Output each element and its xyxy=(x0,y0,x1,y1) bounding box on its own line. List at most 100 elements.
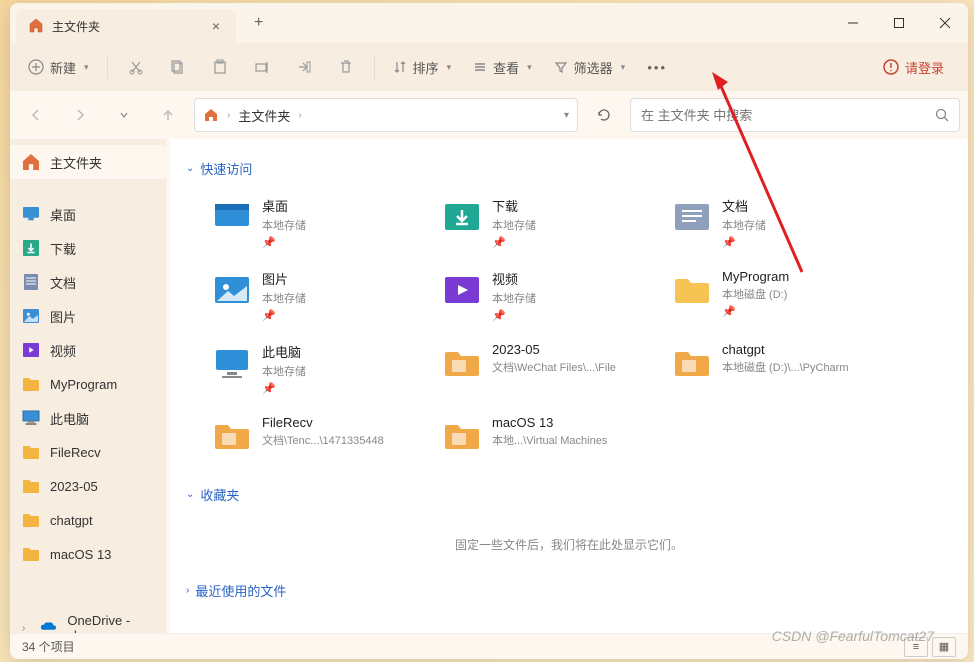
new-tab-button[interactable]: + xyxy=(246,10,271,36)
sidebar-item-2[interactable]: 下载 xyxy=(10,231,166,265)
item-location: 本地存储 xyxy=(492,290,660,306)
quick-item-7[interactable]: 2023-05 文档\WeChat Files\...\File xyxy=(436,336,666,401)
section-quick-access[interactable]: ⌄ 快速访问 xyxy=(186,159,952,178)
details-view-button[interactable]: ≡ xyxy=(904,637,928,657)
statusbar: 34 个项目 ≡ ▦ xyxy=(10,633,968,659)
sidebar-item-9[interactable]: 2023-05 xyxy=(10,469,166,503)
new-button[interactable]: 新建 ▾ xyxy=(18,49,99,85)
document-gray-icon xyxy=(672,196,712,236)
pin-icon: 📌 xyxy=(262,236,430,249)
quick-item-6[interactable]: 此电脑 本地存储 📌 xyxy=(206,336,436,401)
download-icon xyxy=(22,239,40,257)
sidebar-item-6[interactable]: MyProgram xyxy=(10,367,166,401)
quick-item-1[interactable]: 下载 本地存储 📌 xyxy=(436,190,666,255)
desktop-blue-icon xyxy=(212,196,252,236)
item-location: 本地存储 xyxy=(262,217,430,233)
quick-item-3[interactable]: 图片 本地存储 📌 xyxy=(206,263,436,328)
section-favorites[interactable]: ⌄ 收藏夹 xyxy=(186,485,952,504)
item-name: 图片 xyxy=(262,269,430,288)
folder-orange-icon xyxy=(672,342,712,382)
cut-button[interactable] xyxy=(116,49,156,85)
chevron-down-icon: ▾ xyxy=(447,62,452,73)
toolbar: 新建 ▾ 排序 ▾ 查看 ▾ 筛选器 ▾ ••• 请登录 xyxy=(10,43,968,91)
copy-button[interactable] xyxy=(158,49,198,85)
quick-item-5[interactable]: MyProgram 本地磁盘 (D:) 📌 xyxy=(666,263,896,328)
maximize-button[interactable] xyxy=(876,3,922,43)
sidebar-item-10[interactable]: chatgpt xyxy=(10,503,166,537)
quick-item-2[interactable]: 文档 本地存储 📌 xyxy=(666,190,896,255)
trash-icon xyxy=(338,59,354,75)
pin-icon: 📌 xyxy=(722,305,890,318)
tab-main[interactable]: 主文件夹 × xyxy=(16,9,236,43)
search-input[interactable] xyxy=(641,108,935,123)
paste-icon xyxy=(212,59,228,75)
breadcrumb-root[interactable]: 主文件夹 xyxy=(238,106,290,125)
search-box[interactable] xyxy=(630,98,960,132)
sidebar-item-label: chatgpt xyxy=(50,513,93,528)
quick-access-grid: 桌面 本地存储 📌 下载 本地存储 📌 文档 本地存储 📌 图片 本地存储 📌 … xyxy=(206,190,952,461)
sidebar-item-7[interactable]: 此电脑 xyxy=(10,401,166,435)
sidebar-item-5[interactable]: 视频 xyxy=(10,333,166,367)
search-icon xyxy=(935,108,949,122)
paste-button[interactable] xyxy=(200,49,240,85)
chevron-down-icon: ⌄ xyxy=(186,163,194,174)
pictures-blue-icon xyxy=(212,269,252,309)
quick-item-0[interactable]: 桌面 本地存储 📌 xyxy=(206,190,436,255)
sidebar-item-4[interactable]: 图片 xyxy=(10,299,166,333)
address-dropdown[interactable]: ▾ xyxy=(564,110,569,121)
sidebar-item-label: 图片 xyxy=(50,307,76,326)
chevron-down-icon: ▾ xyxy=(621,62,626,73)
quick-item-9[interactable]: FileRecv 文档\Tenc...\1471335448 xyxy=(206,409,436,461)
minimize-button[interactable] xyxy=(830,3,876,43)
pin-icon: 📌 xyxy=(262,382,430,395)
section-recent[interactable]: › 最近使用的文件 xyxy=(186,581,952,600)
item-location: 本地存储 xyxy=(492,217,660,233)
delete-button[interactable] xyxy=(326,49,366,85)
thumbnails-view-button[interactable]: ▦ xyxy=(932,637,956,657)
rename-button[interactable] xyxy=(242,49,282,85)
forward-button[interactable] xyxy=(62,97,98,133)
home-icon xyxy=(203,107,219,123)
item-location: 文档\WeChat Files\...\File xyxy=(492,359,660,375)
tab-title: 主文件夹 xyxy=(52,18,200,35)
item-name: FileRecv xyxy=(262,415,430,430)
refresh-button[interactable] xyxy=(586,98,622,132)
sidebar-item-1[interactable]: 桌面 xyxy=(10,197,166,231)
folder-orange-icon xyxy=(442,415,482,455)
sidebar-item-3[interactable]: 文档 xyxy=(10,265,166,299)
sort-button[interactable]: 排序 ▾ xyxy=(383,49,462,85)
more-button[interactable]: ••• xyxy=(637,49,677,85)
view-button[interactable]: 查看 ▾ xyxy=(463,49,542,85)
share-button[interactable] xyxy=(284,49,324,85)
download-teal-icon xyxy=(442,196,482,236)
quick-item-8[interactable]: chatgpt 本地磁盘 (D:)\...\PyCharm xyxy=(666,336,896,401)
videos-purple-icon xyxy=(442,269,482,309)
sidebar-item-label: MyProgram xyxy=(50,377,117,392)
up-button[interactable] xyxy=(150,97,186,133)
item-name: 文档 xyxy=(722,196,890,215)
titlebar: 主文件夹 × + xyxy=(10,3,968,43)
filter-label: 筛选器 xyxy=(574,58,613,77)
filter-icon xyxy=(554,60,568,74)
videos-icon xyxy=(22,341,40,359)
sidebar-item-8[interactable]: FileRecv xyxy=(10,435,166,469)
content-area: ⌄ 快速访问 桌面 本地存储 📌 下载 本地存储 📌 文档 本地存储 📌 图片 … xyxy=(170,139,968,633)
history-dropdown[interactable] xyxy=(106,97,142,133)
login-button[interactable]: 请登录 xyxy=(867,58,960,77)
item-name: 此电脑 xyxy=(262,342,430,361)
item-location: 本地存储 xyxy=(722,217,890,233)
quick-item-10[interactable]: macOS 13 本地...\Virtual Machines xyxy=(436,409,666,461)
close-tab-icon[interactable]: × xyxy=(208,18,224,34)
quick-item-4[interactable]: 视频 本地存储 📌 xyxy=(436,263,666,328)
close-button[interactable] xyxy=(922,3,968,43)
folder-icon xyxy=(22,477,40,495)
filter-button[interactable]: 筛选器 ▾ xyxy=(544,49,636,85)
address-bar[interactable]: › 主文件夹 › ▾ xyxy=(194,98,578,132)
sidebar-item-11[interactable]: macOS 13 xyxy=(10,537,166,571)
back-button[interactable] xyxy=(18,97,54,133)
folder-yellow-icon xyxy=(672,269,712,309)
share-icon xyxy=(296,59,312,75)
sidebar-onedrive[interactable]: ›OneDrive - yhu xyxy=(10,611,166,633)
sidebar-item-0[interactable]: 主文件夹 xyxy=(10,145,166,179)
chevron-right-icon: › xyxy=(227,110,230,121)
